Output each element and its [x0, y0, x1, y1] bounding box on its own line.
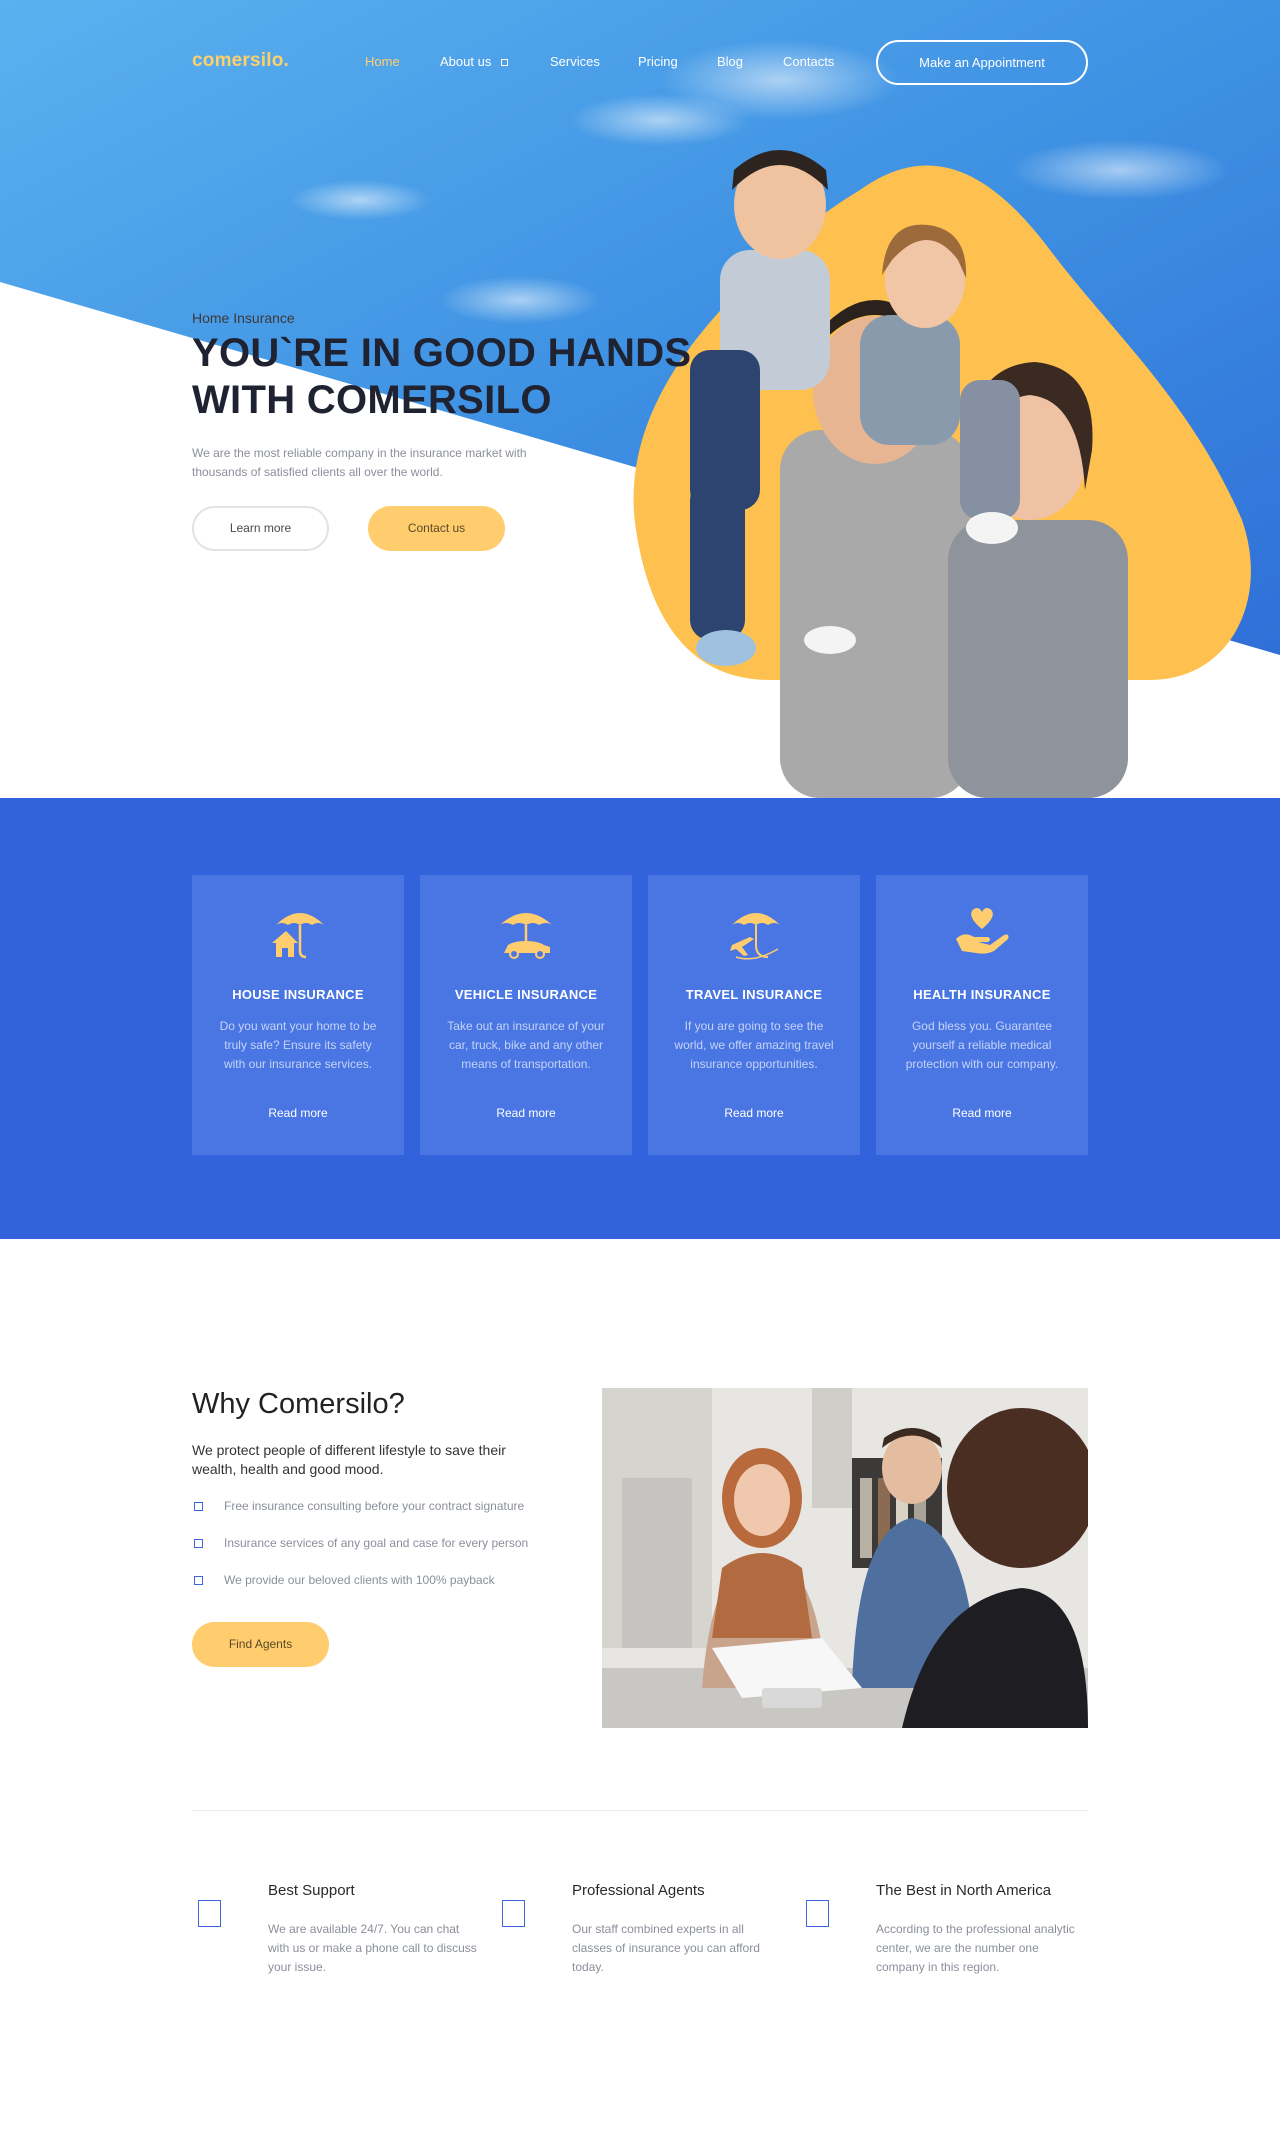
- service-title: HEALTH INSURANCE: [913, 987, 1051, 1002]
- brand-logo[interactable]: comersilo.: [192, 50, 289, 72]
- checkbox-icon: [194, 1576, 203, 1585]
- nav-about-label: About us: [440, 54, 492, 69]
- make-appointment-button[interactable]: Make an Appointment: [876, 40, 1088, 85]
- support-icon: [198, 1900, 221, 1927]
- list-item: Insurance services of any goal and case …: [192, 1535, 572, 1572]
- feature-text: We are available 24/7. You can chat with…: [268, 1922, 477, 1974]
- list-item: Free insurance consulting before your co…: [192, 1498, 572, 1535]
- feature-professional-agents: Professional Agents Our staff combined e…: [496, 1880, 796, 2000]
- read-more-link[interactable]: Read more: [648, 1106, 860, 1120]
- car-umbrella-icon: [500, 913, 552, 959]
- checkbox-icon: [194, 1539, 203, 1548]
- dropdown-caret-icon: [501, 59, 509, 67]
- feature-best-north-america: The Best in North America According to t…: [800, 1880, 1100, 2000]
- office-meeting-image: [602, 1388, 1088, 1728]
- plane-umbrella-icon: [730, 913, 780, 960]
- hero-title: YOU`RE IN GOOD HANDS WITH COMERSILO: [192, 330, 712, 424]
- house-umbrella-icon: [272, 913, 324, 959]
- find-agents-button[interactable]: Find Agents: [192, 1622, 329, 1667]
- hero-description: We are the most reliable company in the …: [192, 446, 527, 479]
- top-navigation: comersilo. Home About us Services Pricin…: [0, 40, 1280, 86]
- why-list: Free insurance consulting before your co…: [192, 1498, 572, 1609]
- nav-services[interactable]: Services: [550, 54, 600, 69]
- service-text: Take out an insurance of your car, truck…: [447, 1019, 605, 1071]
- feature-title: Best Support: [268, 1882, 355, 1899]
- section-divider: [192, 1810, 1088, 1811]
- nav-blog[interactable]: Blog: [717, 54, 743, 69]
- feature-best-support: Best Support We are available 24/7. You …: [192, 1880, 492, 2000]
- service-title: TRAVEL INSURANCE: [685, 987, 823, 1002]
- service-text: God bless you. Guarantee yourself a reli…: [905, 1019, 1059, 1071]
- read-more-link[interactable]: Read more: [420, 1106, 632, 1120]
- award-icon: [806, 1900, 829, 1927]
- service-card-health: HEALTH INSURANCE God bless you. Guarante…: [876, 875, 1088, 1155]
- feature-title: Professional Agents: [572, 1882, 705, 1899]
- service-card-travel: TRAVEL INSURANCE If you are going to see…: [648, 875, 860, 1155]
- feature-text: According to the professional analytic c…: [876, 1922, 1075, 1974]
- checkbox-icon: [194, 1502, 203, 1511]
- nav-contacts[interactable]: Contacts: [783, 54, 834, 69]
- service-title: HOUSE INSURANCE: [232, 987, 364, 1002]
- nav-pricing[interactable]: Pricing: [638, 54, 678, 69]
- list-item-text: Insurance services of any goal and case …: [224, 1536, 529, 1550]
- service-card-house: HOUSE INSURANCE Do you want your home to…: [192, 875, 404, 1155]
- why-lead: We protect people of different lifestyle…: [192, 1442, 506, 1477]
- hero-title-line-1: YOU`RE IN GOOD HANDS: [192, 331, 692, 375]
- list-item: We provide our beloved clients with 100%…: [192, 1572, 572, 1609]
- contact-us-button[interactable]: Contact us: [368, 506, 505, 551]
- hero-title-line-2: WITH COMERSILO: [192, 378, 552, 422]
- service-text: If you are going to see the world, we of…: [674, 1019, 834, 1071]
- service-card-vehicle: VEHICLE INSURANCE Take out an insurance …: [420, 875, 632, 1155]
- list-item-text: We provide our beloved clients with 100%…: [224, 1573, 495, 1587]
- hero-text-block: Home Insurance YOU`RE IN GOOD HANDS WITH…: [192, 310, 712, 482]
- why-title: Why Comersilo?: [192, 1388, 405, 1420]
- read-more-link[interactable]: Read more: [192, 1106, 404, 1120]
- list-item-text: Free insurance consulting before your co…: [224, 1499, 525, 1513]
- service-text: Do you want your home to be truly safe? …: [219, 1019, 377, 1071]
- feature-text: Our staff combined experts in all classe…: [572, 1922, 760, 1974]
- nav-home[interactable]: Home: [365, 54, 400, 69]
- services-section: HOUSE INSURANCE Do you want your home to…: [0, 798, 1280, 1239]
- hero-section: comersilo. Home About us Services Pricin…: [0, 0, 1280, 798]
- learn-more-button[interactable]: Learn more: [192, 506, 329, 551]
- service-title: VEHICLE INSURANCE: [454, 987, 598, 1002]
- family-hero-image: [633, 150, 1251, 798]
- read-more-link[interactable]: Read more: [876, 1106, 1088, 1120]
- heart-hand-icon: [956, 907, 1009, 954]
- agents-icon: [502, 1900, 525, 1927]
- nav-about[interactable]: About us: [440, 54, 509, 69]
- hero-eyebrow: Home Insurance: [192, 310, 295, 326]
- feature-title: The Best in North America: [876, 1882, 1052, 1899]
